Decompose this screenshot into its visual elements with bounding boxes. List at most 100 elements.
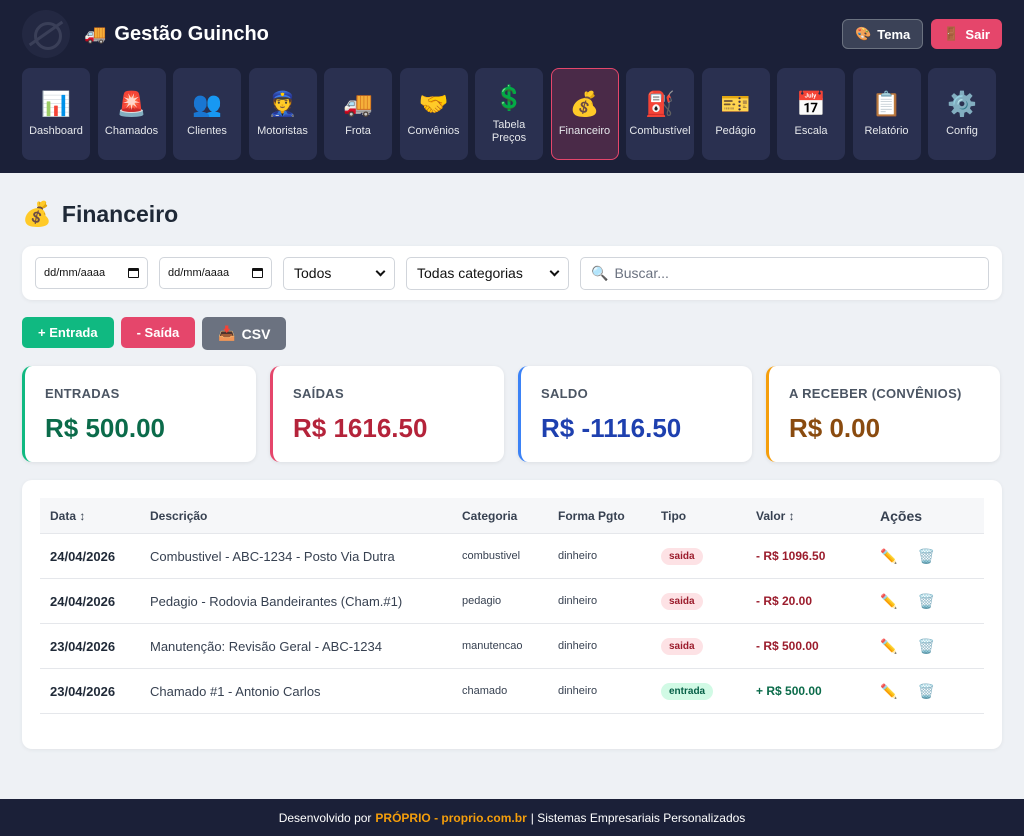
card-saldo-label: SALDO <box>541 386 588 401</box>
cell-acoes: ✏️ 🗑️ <box>872 593 972 610</box>
nav-item-chamados[interactable]: 🚨 Chamados <box>97 68 166 160</box>
nav-item-label: Escala <box>794 125 828 138</box>
nav-item-dashboard[interactable]: 📊 Dashboard <box>22 68 90 160</box>
download-icon: 📥 <box>218 325 236 341</box>
date-to-input[interactable]: dd/mm/aaaa <box>159 257 272 289</box>
edit-icon[interactable]: ✏️ <box>880 683 897 700</box>
cell-tipo: entrada <box>661 682 756 700</box>
cell-data: 24/04/2026 <box>50 593 116 609</box>
app-title-text: Gestão Guincho <box>114 22 269 45</box>
chevron-down-icon <box>549 266 560 276</box>
cell-data: 24/04/2026 <box>50 548 116 564</box>
footer-suffix: | Sistemas Empresariais Personalizados <box>530 810 746 825</box>
summary-cards: ENTRADAS R$ 500.00 SAÍDAS R$ 1616.50 SAL… <box>22 366 1002 462</box>
nav-item-label: Pedágio <box>715 125 756 138</box>
app-title: 🚚 Gestão Guincho <box>84 23 269 46</box>
calendar-icon[interactable] <box>252 268 263 278</box>
cell-valor: - R$ 500.00 <box>756 639 819 653</box>
transactions-table: Data ↕ Descrição Categoria Forma Pgto Ti… <box>22 480 1002 749</box>
trash-icon[interactable]: 🗑️ <box>917 683 934 700</box>
table-header: Data ↕ Descrição Categoria Forma Pgto Ti… <box>40 498 984 534</box>
search-input[interactable]: 🔍 Buscar... <box>580 256 989 290</box>
cell-tipo: saida <box>661 637 756 655</box>
card-a-receber: A RECEBER (CONVÊNIOS) R$ 0.00 <box>766 366 1000 462</box>
cell-descricao: Manutenção: Revisão Geral - ABC-1234 <box>150 638 382 654</box>
add-saida-button[interactable]: - Saída <box>120 317 196 348</box>
type-select[interactable]: Todos <box>283 256 395 290</box>
clipboard-icon: 📋 <box>871 91 902 119</box>
logout-button-label: Sair <box>965 26 990 42</box>
search-icon: 🔍 <box>591 264 609 281</box>
theme-button[interactable]: 🎨 Tema <box>842 19 924 49</box>
cell-tipo: saida <box>661 547 756 565</box>
page-title: 💰 Financeiro <box>22 199 1002 229</box>
footer: Desenvolvido por PRÓPRIO - proprio.com.b… <box>0 799 1024 836</box>
cell-data: 23/04/2026 <box>50 638 116 654</box>
handshake-icon: 🤝 <box>418 91 449 119</box>
table-row: 23/04/2026 Manutenção: Revisão Geral - A… <box>40 624 984 669</box>
table-row: 24/04/2026 Combustivel - ABC-1234 - Post… <box>40 534 984 579</box>
cell-valor: - R$ 20.00 <box>756 594 813 608</box>
nav-item-label: Motoristas <box>257 125 308 138</box>
nav-item-financeiro[interactable]: 💰 Financeiro <box>550 68 619 160</box>
dollar-icon: 💲 <box>494 84 524 112</box>
header-descricao: Descrição <box>150 508 208 523</box>
export-csv-label: CSV <box>241 325 271 342</box>
date-from-placeholder: dd/mm/aaaa <box>44 267 106 279</box>
card-saidas-label: SAÍDAS <box>293 386 344 401</box>
nav-item-combustivel[interactable]: ⛽ Combustível <box>626 68 694 160</box>
cell-valor: - R$ 1096.50 <box>756 549 826 563</box>
cell-valor: + R$ 500.00 <box>756 684 822 698</box>
door-icon: 🚪 <box>943 26 960 41</box>
cell-acoes: ✏️ 🗑️ <box>872 638 972 655</box>
calendar-icon: 📅 <box>796 91 826 119</box>
main-content: 💰 Financeiro dd/mm/aaaa dd/mm/aaaa Todos… <box>0 173 1024 749</box>
cell-categoria: pedagio <box>462 595 502 607</box>
table-row: 24/04/2026 Pedagio - Rodovia Bandeirante… <box>40 579 984 624</box>
nav-item-config[interactable]: ⚙️ Config <box>928 68 996 160</box>
money-bag-icon: 💰 <box>569 91 600 119</box>
category-select[interactable]: Todas categorias <box>406 256 569 290</box>
status-badge: entrada <box>661 683 714 700</box>
nav-item-tabela-precos[interactable]: 💲 Tabela Preços <box>475 68 543 160</box>
footer-brand-link[interactable]: PRÓPRIO - proprio.com.br <box>375 811 526 825</box>
ticket-icon: 🎫 <box>720 91 751 119</box>
nav-item-label: Convênios <box>407 125 460 138</box>
export-csv-button[interactable]: 📥 CSV <box>202 317 287 350</box>
trash-icon[interactable]: 🗑️ <box>917 593 934 610</box>
card-entradas-label: ENTRADAS <box>45 386 120 401</box>
edit-icon[interactable]: ✏️ <box>880 548 897 565</box>
card-saidas: SAÍDAS R$ 1616.50 <box>270 366 504 462</box>
nav-item-label: Relatório <box>864 125 909 138</box>
nav-item-relatorio[interactable]: 📋 Relatório <box>852 68 921 160</box>
nav-item-pedagio[interactable]: 🎫 Pedágio <box>701 68 770 160</box>
edit-icon[interactable]: ✏️ <box>880 593 897 610</box>
add-entrada-button[interactable]: + Entrada <box>22 317 114 348</box>
header-valor[interactable]: Valor ↕ <box>756 509 872 523</box>
palette-icon: 🎨 <box>855 26 872 41</box>
calendar-icon[interactable] <box>128 268 139 278</box>
driver-icon: 👮 <box>267 91 298 119</box>
main-nav: 📊 Dashboard 🚨 Chamados 👥 Clientes 👮 Moto… <box>22 68 1002 160</box>
edit-icon[interactable]: ✏️ <box>880 638 897 655</box>
trash-icon[interactable]: 🗑️ <box>917 638 934 655</box>
cell-forma-pgto: dinheiro <box>558 550 598 562</box>
category-select-value: Todas categorias <box>417 265 523 281</box>
nav-item-label: Financeiro <box>558 125 611 138</box>
nav-item-clientes[interactable]: 👥 Clientes <box>173 68 241 160</box>
cell-acoes: ✏️ 🗑️ <box>872 548 972 565</box>
nav-item-frota[interactable]: 🚚 Frota <box>324 68 392 160</box>
nav-item-motoristas[interactable]: 👮 Motoristas <box>248 68 317 160</box>
logout-button[interactable]: 🚪 Sair <box>931 19 1002 49</box>
card-saidas-value: R$ 1616.50 <box>293 413 428 443</box>
header-data[interactable]: Data ↕ <box>40 509 150 523</box>
nav-item-escala[interactable]: 📅 Escala <box>777 68 845 160</box>
date-from-input[interactable]: dd/mm/aaaa <box>35 257 148 289</box>
date-to-placeholder: dd/mm/aaaa <box>168 267 230 279</box>
card-saldo-value: R$ -1116.50 <box>541 413 682 443</box>
nav-item-convenios[interactable]: 🤝 Convênios <box>399 68 468 160</box>
crosshair-logo-icon <box>22 10 70 58</box>
card-entradas-value: R$ 500.00 <box>45 413 165 443</box>
trash-icon[interactable]: 🗑️ <box>917 548 934 565</box>
cell-acoes: ✏️ 🗑️ <box>872 683 972 700</box>
